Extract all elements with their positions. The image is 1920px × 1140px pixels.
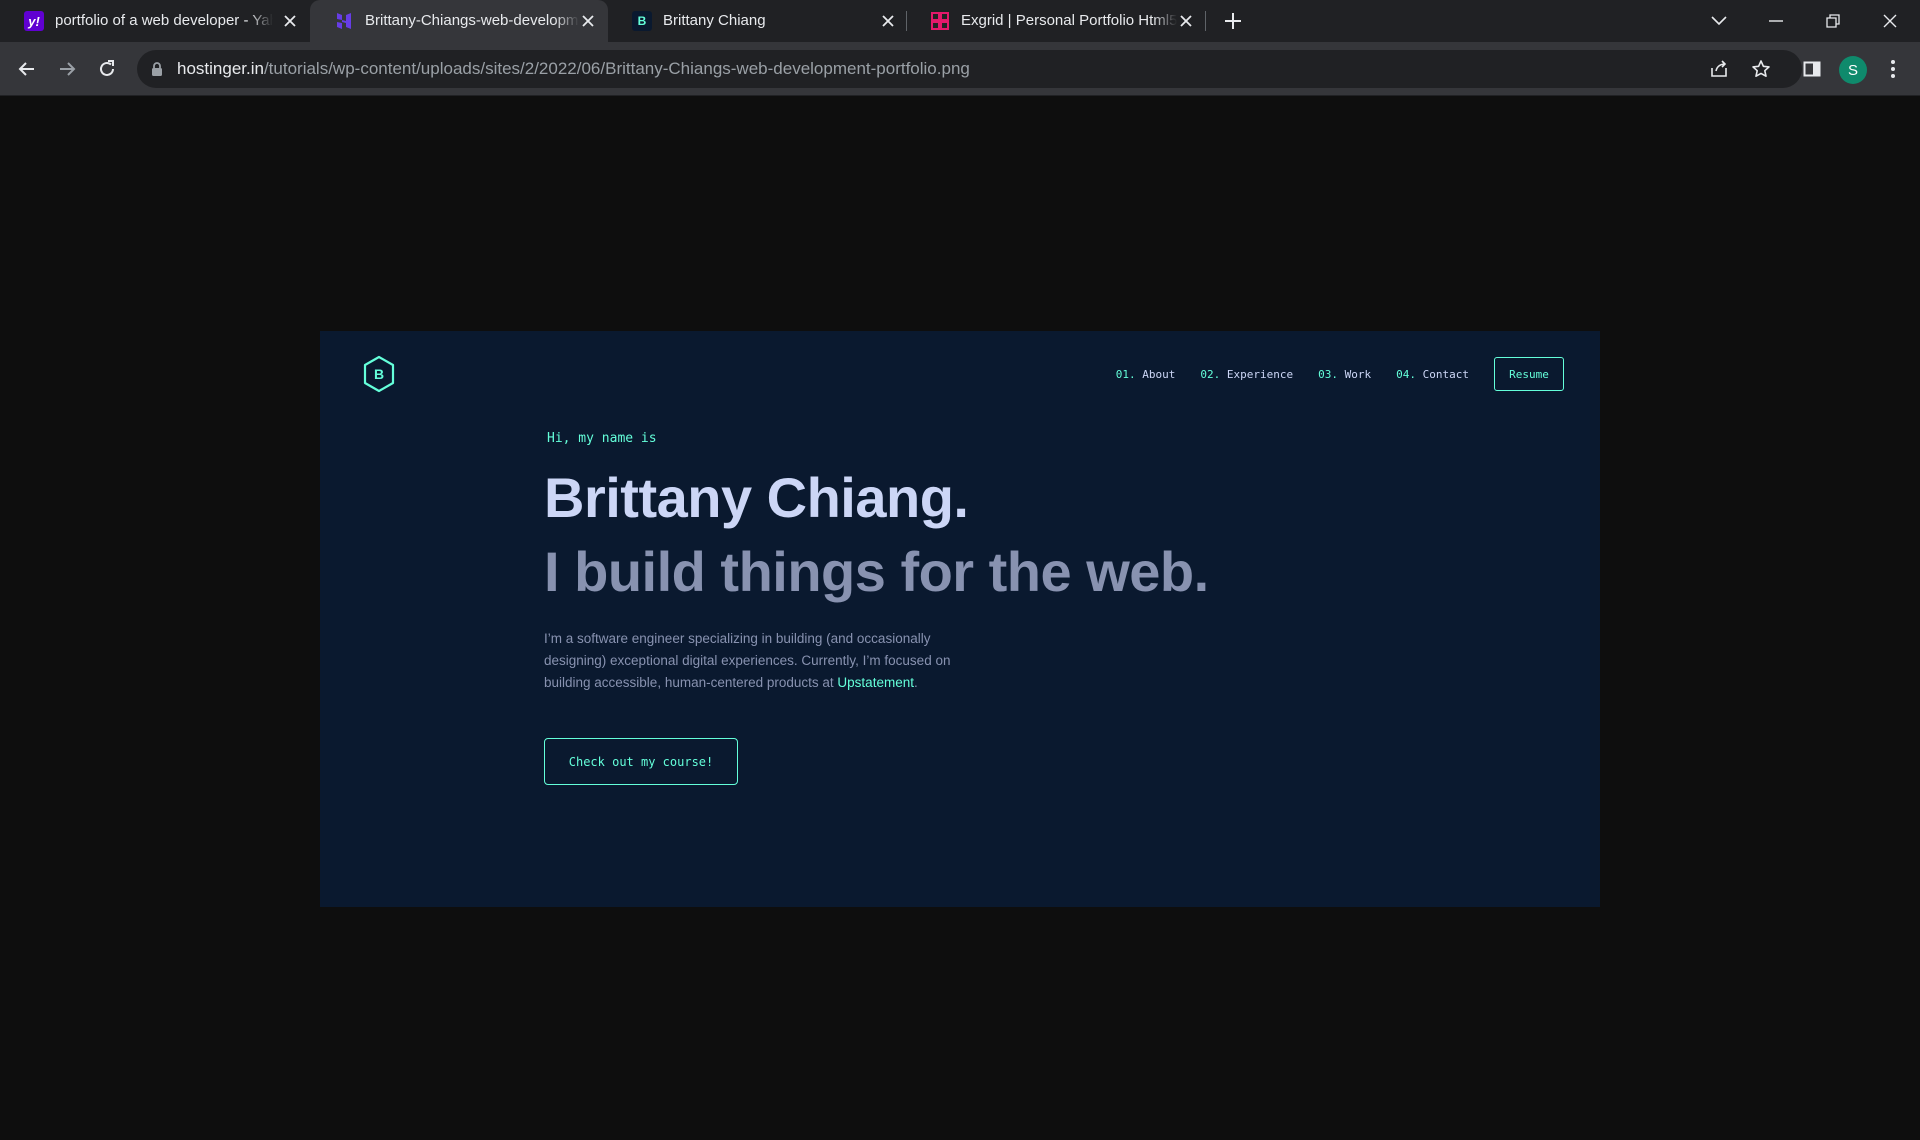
address-bar[interactable]: hostinger.in/tutorials/wp-content/upload… [137,50,1802,88]
share-icon[interactable] [1707,57,1731,81]
tab-exgrid[interactable]: Exgrid | Personal Portfolio Html5 Templa… [906,0,1204,42]
side-panel-icon[interactable] [1796,53,1828,85]
nav-about: 01. About [1115,367,1176,381]
close-tab-icon[interactable] [878,11,898,31]
close-window-icon[interactable] [1867,0,1913,42]
hero-name: Brittany Chiang. [544,466,969,529]
reload-icon[interactable] [91,53,123,85]
tab-yahoo-search[interactable]: y! portfolio of a web developer - Yahoo … [0,0,300,42]
minimize-icon[interactable] [1753,0,1799,42]
nav-experience: 02. Experience [1200,367,1294,381]
new-tab-icon[interactable] [1221,9,1245,33]
hero-tagline: I build things for the web. [544,540,1209,603]
close-tab-icon[interactable] [280,11,300,31]
tab-title: Brittany Chiang [663,0,863,42]
nav-work: 03. Work [1318,367,1372,381]
b-letter-icon: B [632,11,652,31]
url-text[interactable]: hostinger.in/tutorials/wp-content/upload… [177,50,970,88]
browser-toolbar: hostinger.in/tutorials/wp-content/upload… [0,42,1920,96]
hero-bio: I’m a software engineer specializing in … [544,631,951,690]
tab-title: Exgrid | Personal Portfolio Html5 Templa… [961,0,1177,42]
tab-portfolio-image[interactable]: Brittany-Chiangs-web-development-portfol… [310,0,608,42]
bookmark-star-icon[interactable] [1749,57,1773,81]
tab-brittany-chiang[interactable]: B Brittany Chiang [608,0,906,42]
forward-arrow-icon[interactable] [51,53,83,85]
close-tab-icon[interactable] [578,11,598,31]
hostinger-icon [334,11,354,31]
restore-icon[interactable] [1810,0,1856,42]
portfolio-image: B 01. About 02. Experience 03. Work 04. … [320,331,1600,907]
tab-title: Brittany-Chiangs-web-development-portfol… [365,0,579,42]
logo-letter: B [373,366,385,382]
url-host: hostinger.in [177,59,264,78]
portfolio-nav: 01. About 02. Experience 03. Work 04. Co… [1091,357,1564,391]
greeting: Hi, my name is [547,431,657,446]
exgrid-icon [930,11,950,31]
check-out-course-button: Check out my course! [544,738,738,785]
tab-title: portfolio of a web developer - Yahoo Sea… [55,0,273,42]
profile-avatar[interactable]: S [1839,56,1867,84]
close-tab-icon[interactable] [1176,11,1196,31]
tab-strip: y! portfolio of a web developer - Yahoo … [0,0,1920,42]
lock-icon[interactable] [151,62,163,81]
tab-search-chevron-icon[interactable] [1696,0,1742,42]
url-path: /tutorials/wp-content/uploads/sites/2/20… [263,59,970,78]
yahoo-icon: y! [24,11,44,31]
upstatement-link: Upstatement [837,675,914,690]
resume-button: Resume [1494,357,1564,391]
nav-contact: 04. Contact [1396,367,1469,381]
more-menu-icon[interactable] [1877,53,1909,85]
back-arrow-icon[interactable] [11,53,43,85]
tab-separator [1205,11,1206,31]
